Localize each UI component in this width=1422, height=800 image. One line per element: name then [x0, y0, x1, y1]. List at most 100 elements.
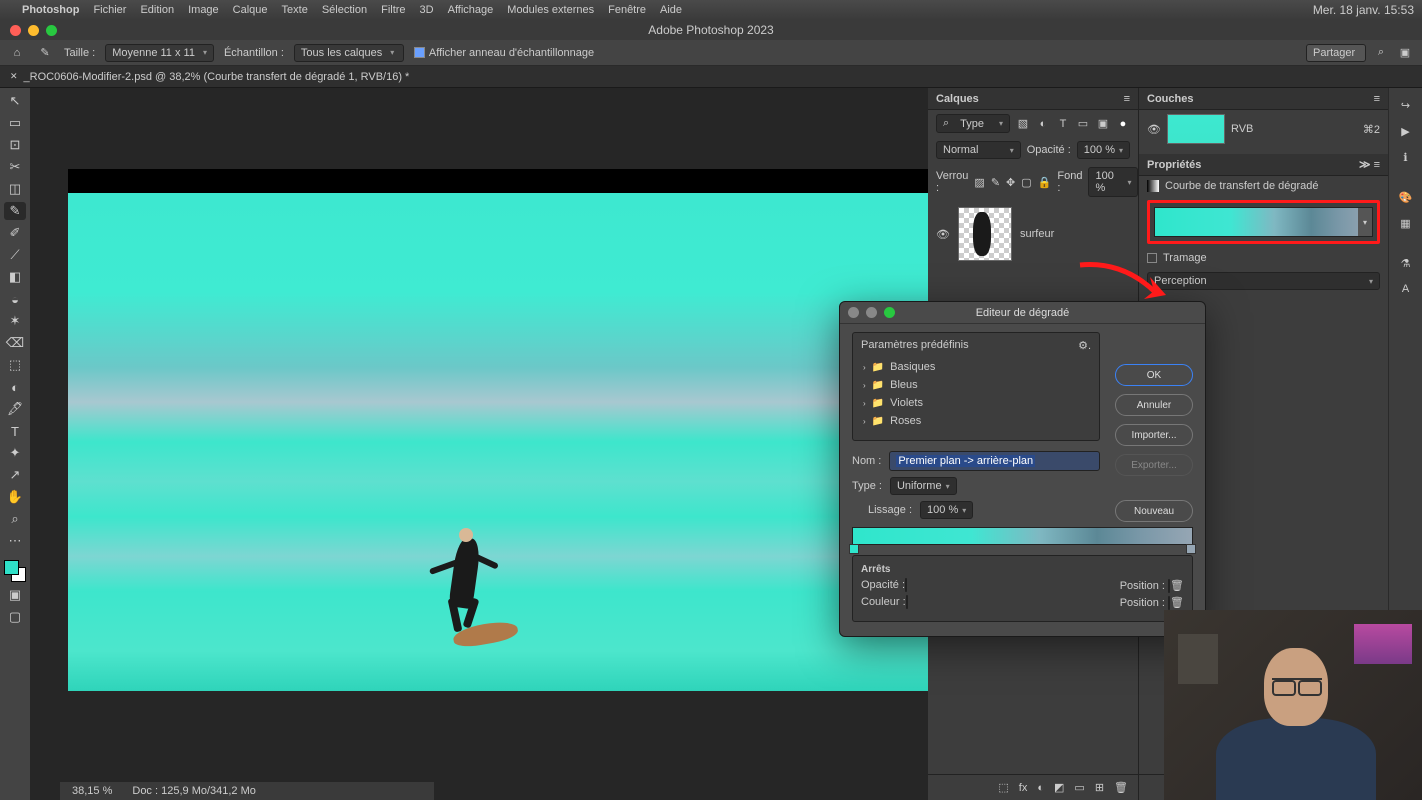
menu-item[interactable]: Modules externes — [507, 4, 594, 16]
eyedropper-tool[interactable]: ✎ — [4, 202, 26, 220]
eyedropper-tool-icon[interactable]: ✎ — [36, 44, 54, 62]
adjust-panel-icon[interactable]: ⚗ — [1399, 256, 1413, 270]
color-stop-right[interactable] — [1186, 544, 1196, 554]
document-canvas[interactable] — [68, 193, 928, 691]
path-tool[interactable]: ✦ — [4, 444, 26, 462]
menu-item[interactable]: Affichage — [448, 4, 494, 16]
quickmask-tool[interactable]: ▣ — [4, 586, 26, 604]
dodge-tool[interactable]: ⬚ — [4, 356, 26, 374]
info-panel-icon[interactable]: ℹ — [1399, 150, 1413, 164]
smoothness-input[interactable]: 100 % — [920, 501, 973, 519]
opacity-input[interactable]: 100 % — [1077, 141, 1130, 159]
sample-size-select[interactable]: Moyenne 11 x 11 — [105, 44, 214, 62]
color-panel-icon[interactable]: 🎨 — [1399, 190, 1413, 204]
search-icon[interactable]: ⌕ — [1372, 44, 1390, 62]
layer-filter-select[interactable]: ⌕ Type — [936, 114, 1010, 133]
filter-type-icon[interactable]: T — [1056, 117, 1070, 131]
link-layers-icon[interactable]: ⬚ — [998, 781, 1008, 794]
actions-panel-icon[interactable]: ▶ — [1399, 124, 1413, 138]
frame-tool[interactable]: ◫ — [4, 180, 26, 198]
lasso-tool[interactable]: ⊡ — [4, 136, 26, 154]
gradient-name-input[interactable]: Premier plan -> arrière-plan — [896, 455, 1035, 467]
cancel-button[interactable]: Annuler — [1115, 394, 1193, 416]
history-panel-icon[interactable]: ↪ — [1399, 98, 1413, 112]
stop-opacity-input[interactable] — [905, 578, 907, 592]
layer-thumbnail[interactable] — [958, 207, 1012, 261]
hand-tool[interactable]: ✋ — [4, 488, 26, 506]
menu-item[interactable]: Photoshop — [22, 4, 79, 16]
color-stop-left[interactable] — [849, 544, 859, 554]
new-button[interactable]: Nouveau — [1115, 500, 1193, 522]
blend-mode-select[interactable]: Normal — [936, 141, 1021, 159]
preset-folder[interactable]: ›📁 Basiques — [861, 358, 1091, 376]
menu-item[interactable]: Aide — [660, 4, 682, 16]
menu-item[interactable]: Filtre — [381, 4, 405, 16]
more-tools[interactable]: ⋯ — [4, 532, 26, 550]
fx-icon[interactable]: fx — [1019, 782, 1028, 794]
document-tab[interactable]: ✕ _ROC0606-Modifier-2.psd @ 38,2% (Courb… — [10, 71, 409, 83]
fill-input[interactable]: 100 % — [1088, 167, 1138, 197]
filter-pixel-icon[interactable]: ▧ — [1016, 117, 1030, 131]
mask-icon[interactable]: ◐ — [1037, 782, 1044, 794]
zoom-window-button[interactable] — [46, 25, 57, 36]
delete-stop-icon[interactable]: 🗑 — [1170, 580, 1184, 592]
lock-all-icon[interactable]: 🔒 — [1038, 175, 1052, 189]
filter-adj-icon[interactable]: ◐ — [1036, 117, 1050, 131]
lock-transparency-icon[interactable]: ▨ — [974, 175, 984, 189]
menu-item[interactable]: Calque — [233, 4, 268, 16]
move-tool[interactable]: ↖ — [4, 92, 26, 110]
preset-folder[interactable]: ›📁 Bleus — [861, 376, 1091, 394]
zoom-level[interactable]: 38,15 % — [72, 785, 112, 797]
menu-item[interactable]: Sélection — [322, 4, 367, 16]
type-tool[interactable]: T — [4, 422, 26, 440]
minimize-window-button[interactable] — [28, 25, 39, 36]
lock-brush-icon[interactable]: ✎ — [991, 175, 1000, 189]
dialog-close-button[interactable] — [848, 307, 859, 318]
menu-item[interactable]: Texte — [282, 4, 308, 16]
brush-tool[interactable]: ✐ — [4, 224, 26, 242]
menu-item[interactable]: Image — [188, 4, 219, 16]
clone-tool[interactable]: ◧ — [4, 268, 26, 286]
gradient-tool[interactable]: ◒ — [4, 290, 26, 308]
screenmode-tool[interactable]: ▢ — [4, 608, 26, 626]
gradient-type-select[interactable]: Uniforme — [890, 477, 957, 495]
lock-artboard-icon[interactable]: ▢ — [1021, 175, 1031, 189]
layer-name[interactable]: surfeur — [1020, 228, 1054, 240]
ok-button[interactable]: OK — [1115, 364, 1193, 386]
crop-tool[interactable]: ✂ — [4, 158, 26, 176]
dialog-minimize-button[interactable] — [866, 307, 877, 318]
adjustment-icon[interactable]: ◩ — [1054, 781, 1064, 794]
preset-folder[interactable]: ›📁 Violets — [861, 394, 1091, 412]
menu-item[interactable]: 3D — [420, 4, 434, 16]
workspace-icon[interactable]: ▣ — [1396, 44, 1414, 62]
menu-item[interactable]: Edition — [140, 4, 174, 16]
zoom-tool[interactable]: ⌕ — [4, 510, 26, 528]
menubar-clock[interactable]: Mer. 18 janv. 15:53 — [1313, 3, 1414, 17]
marquee-tool[interactable]: ▭ — [4, 114, 26, 132]
presets-gear-icon[interactable]: ⚙. — [1078, 339, 1091, 352]
eraser-tool[interactable]: ⌫ — [4, 334, 26, 352]
channel-visibility-icon[interactable]: 👁 — [1147, 123, 1161, 136]
sample-layers-select[interactable]: Tous les calques — [294, 44, 404, 62]
group-icon[interactable]: ▭ — [1074, 781, 1084, 794]
direct-select-tool[interactable]: ↗ — [4, 466, 26, 484]
shape-tool[interactable]: 🖋 — [4, 400, 26, 418]
new-layer-icon[interactable]: ⊞ — [1095, 781, 1104, 794]
color-swatches[interactable] — [4, 560, 26, 582]
gradient-preview[interactable]: ▾ — [1154, 207, 1373, 237]
import-button[interactable]: Importer... — [1115, 424, 1193, 446]
healing-tool[interactable]: ⟋ — [4, 246, 26, 264]
home-icon[interactable]: ⌂ — [8, 44, 26, 62]
character-panel-icon[interactable]: A — [1399, 282, 1413, 296]
channel-row[interactable]: 👁 RVB ⌘2 — [1139, 110, 1388, 148]
layer-visibility-icon[interactable]: 👁 — [936, 228, 950, 241]
gradient-dropdown-icon[interactable]: ▾ — [1358, 208, 1372, 236]
filter-smart-icon[interactable]: ▣ — [1096, 117, 1110, 131]
canvas-area[interactable]: 38,15 % Doc : 125,9 Mo/341,2 Mo — [30, 88, 928, 800]
foreground-color[interactable] — [4, 560, 19, 575]
delete-stop-icon-2[interactable]: 🗑 — [1170, 597, 1184, 609]
method-select[interactable]: Perception — [1147, 272, 1380, 290]
menu-item[interactable]: Fenêtre — [608, 4, 646, 16]
gradient-bar-editor[interactable] — [852, 527, 1193, 545]
filter-toggle-icon[interactable]: ● — [1116, 117, 1130, 131]
